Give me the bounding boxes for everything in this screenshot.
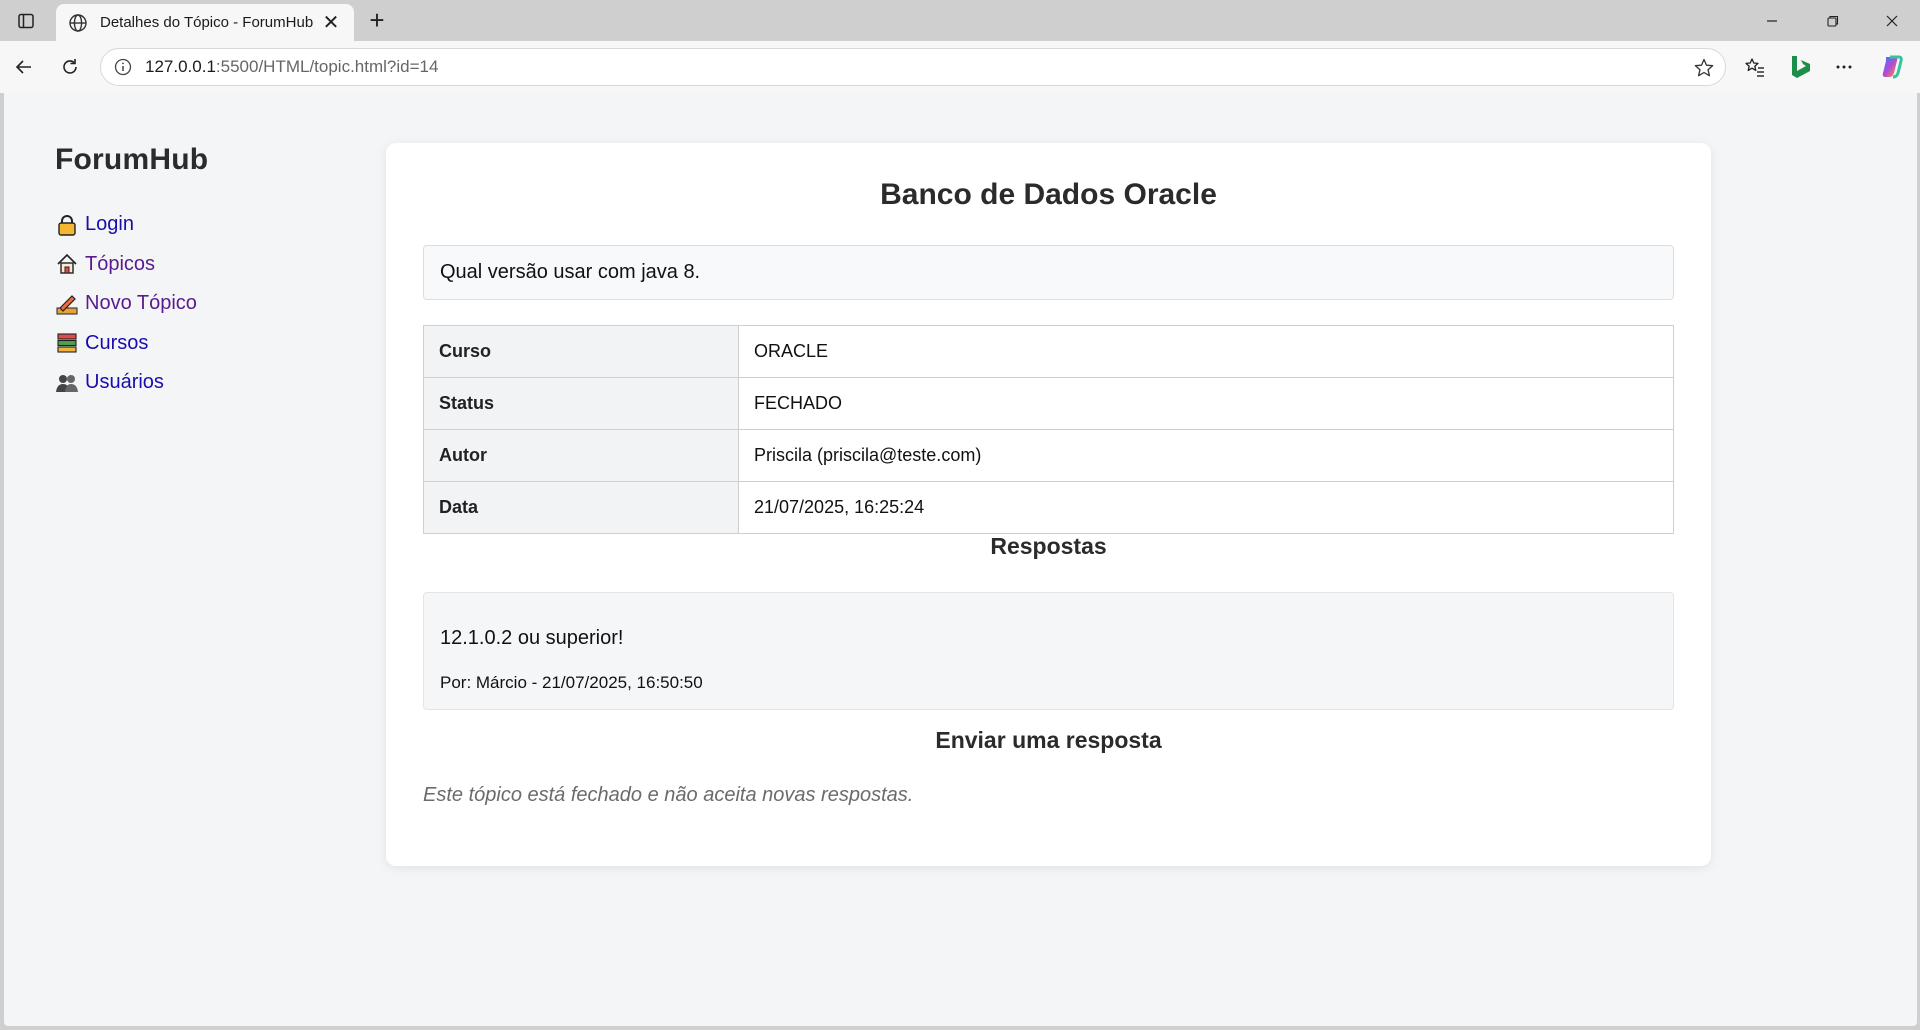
favorites-list-icon [1745, 58, 1764, 77]
minimize-icon [1767, 19, 1777, 22]
extension-button[interactable] [1785, 51, 1817, 83]
reply-item: 12.1.0.2 ou superior! Por: Márcio - 21/0… [423, 592, 1674, 710]
topic-details-table: Curso ORACLE Status FECHADO Autor Prisci… [423, 325, 1674, 534]
tab-actions-button[interactable] [10, 8, 42, 34]
topicos-link[interactable]: Tópicos [85, 253, 155, 276]
sidebar: ForumHub Login Tópicos Novo Tópico Curso… [55, 143, 315, 403]
sidebar-item-novo-topico: Novo Tópico [55, 284, 315, 324]
reply-text: 12.1.0.2 ou superior! [440, 627, 624, 649]
table-row: Autor Priscila (priscila@teste.com) [423, 429, 1674, 482]
minimize-button[interactable] [1742, 0, 1802, 41]
lock-icon [55, 213, 79, 237]
more-options-button[interactable] [1828, 51, 1860, 83]
topic-closed-note: Este tópico está fechado e não aceita no… [423, 784, 914, 806]
site-info-icon[interactable] [113, 57, 133, 77]
detail-value-curso: ORACLE [738, 325, 1674, 378]
tab-actions-icon [18, 13, 34, 29]
close-tab-icon[interactable]: ✕ [320, 13, 342, 33]
sidebar-item-topicos: Tópicos [55, 245, 315, 285]
novo-topico-link[interactable]: Novo Tópico [85, 292, 197, 315]
detail-key-data: Data [423, 481, 739, 534]
tab-title: Detalhes do Tópico - ForumHub [100, 14, 314, 31]
close-window-button[interactable] [1862, 0, 1920, 41]
active-tab[interactable]: Detalhes do Tópico - ForumHub ✕ [56, 4, 354, 41]
usuarios-link[interactable]: Usuários [85, 371, 164, 394]
users-icon [55, 371, 79, 395]
more-dots-icon [1836, 65, 1852, 69]
reply-meta: Por: Márcio - 21/07/2025, 16:50:50 [440, 673, 703, 692]
cursos-link[interactable]: Cursos [85, 332, 148, 355]
page-viewport: ForumHub Login Tópicos Novo Tópico Curso… [4, 93, 1917, 1026]
detail-value-autor: Priscila (priscila@teste.com) [738, 429, 1674, 482]
close-icon [1886, 15, 1898, 26]
topic-message: Qual versão usar com java 8. [423, 245, 1674, 300]
favorite-star-icon[interactable] [1693, 57, 1715, 79]
detail-value-data: 21/07/2025, 16:25:24 [738, 481, 1674, 534]
browser-toolbar: 127.0.0.1:5500/HTML/topic.html?id=14 [0, 41, 1920, 93]
sidebar-item-cursos: Cursos [55, 324, 315, 364]
brand-title: ForumHub [55, 143, 209, 176]
house-icon [55, 252, 79, 276]
pencil-icon [55, 292, 79, 316]
sidebar-item-login: Login [55, 205, 315, 245]
table-row: Data 21/07/2025, 16:25:24 [423, 481, 1674, 534]
table-row: Curso ORACLE [423, 325, 1674, 378]
favorites-button[interactable] [1739, 51, 1771, 83]
detail-key-curso: Curso [423, 325, 739, 378]
table-row: Status FECHADO [423, 377, 1674, 430]
back-arrow-icon [15, 60, 31, 74]
url-text: 127.0.0.1:5500/HTML/topic.html?id=14 [145, 57, 439, 76]
detail-key-status: Status [423, 377, 739, 430]
detail-key-autor: Autor [423, 429, 739, 482]
restore-icon [1827, 15, 1839, 27]
reload-button[interactable] [54, 51, 86, 83]
reload-icon [63, 59, 77, 74]
topic-title: Banco de Dados Oracle [880, 178, 1217, 211]
address-bar[interactable]: 127.0.0.1:5500/HTML/topic.html?id=14 [100, 48, 1726, 86]
globe-icon [68, 13, 88, 33]
restore-button[interactable] [1803, 0, 1863, 41]
replies-heading: Respostas [990, 533, 1107, 559]
reply-form-heading: Enviar uma resposta [935, 727, 1162, 753]
browser-tab-strip: Detalhes do Tópico - ForumHub ✕ + [0, 0, 1920, 41]
bing-extension-icon [1792, 56, 1810, 78]
back-button[interactable] [8, 51, 40, 83]
copilot-button[interactable] [1876, 51, 1908, 83]
sidebar-item-usuarios: Usuários [55, 363, 315, 403]
login-link[interactable]: Login [85, 213, 134, 236]
new-tab-button[interactable]: + [362, 7, 392, 35]
topic-card: Banco de Dados Oracle Qual versão usar c… [386, 143, 1711, 866]
copilot-icon [1882, 55, 1903, 79]
books-icon [55, 331, 79, 355]
detail-value-status: FECHADO [738, 377, 1674, 430]
